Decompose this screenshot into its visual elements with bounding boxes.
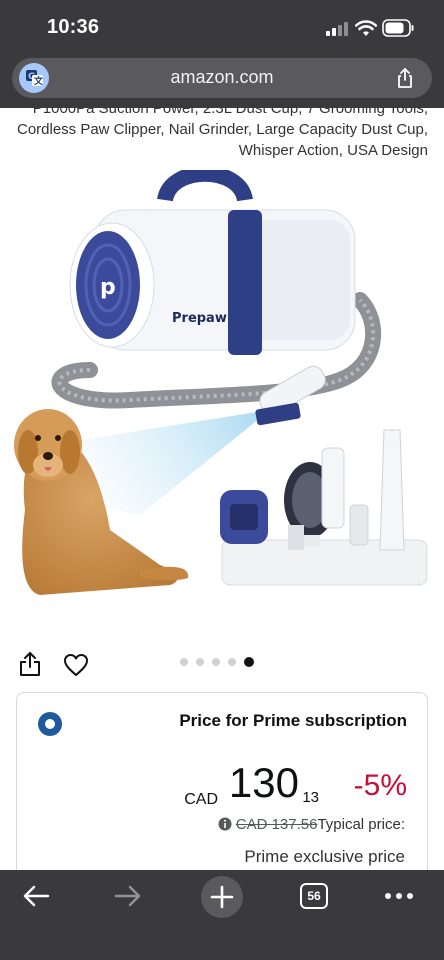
status-bar: 10:36 <box>0 0 444 56</box>
price-currency: CAD <box>184 791 218 808</box>
browser-top-chrome: 10:36 G 文 amazon.com <box>0 0 444 108</box>
price-card[interactable]: Price for Prime subscription CAD 130 13 … <box>16 692 428 884</box>
device-brand: Prepaw <box>172 311 227 326</box>
new-tab-button[interactable] <box>201 876 243 918</box>
grooming-tools-set <box>220 429 428 586</box>
product-image[interactable]: p Prepaw <box>0 170 444 610</box>
plus-icon <box>210 885 234 909</box>
forward-arrow-icon[interactable] <box>114 884 142 908</box>
status-time: 10:36 <box>47 16 100 38</box>
price-whole: 130 <box>228 759 299 806</box>
discount-percent: -5% <box>353 769 407 802</box>
info-icon[interactable] <box>218 817 232 831</box>
svg-text:p: p <box>100 275 116 300</box>
share-page-icon[interactable] <box>394 67 416 89</box>
price-fraction: 13 <box>302 789 319 806</box>
carousel-dot[interactable] <box>228 658 236 666</box>
price-heading: Price for Prime subscription <box>179 711 407 730</box>
address-bar[interactable]: G 文 amazon.com <box>12 58 432 98</box>
typical-price-row: CAD 137.56Typical price: <box>218 816 405 833</box>
url-text[interactable]: amazon.com <box>12 67 432 88</box>
cellular-signal-icon <box>326 22 348 36</box>
carousel-dot[interactable] <box>212 658 220 666</box>
typical-price-label: Typical price: <box>317 816 405 833</box>
carousel-dots[interactable] <box>180 657 254 667</box>
product-title-region: P1000Pa Suction Power, 2.3L Dust Cup, 7 … <box>0 108 444 168</box>
back-arrow-icon[interactable] <box>22 884 50 908</box>
heart-icon[interactable] <box>63 653 89 677</box>
share-icon[interactable] <box>18 651 42 677</box>
more-options-icon[interactable] <box>384 892 414 900</box>
tab-switcher-button[interactable]: 56 <box>300 883 328 909</box>
vacuum-canister: p Prepaw <box>69 170 356 355</box>
price-display: CAD 130 13 -5% <box>177 755 407 808</box>
carousel-dot-active[interactable] <box>244 657 254 667</box>
carousel-dot[interactable] <box>180 658 188 666</box>
browser-bottom-toolbar: 56 <box>0 870 444 960</box>
prime-exclusive-label: Prime exclusive price <box>244 847 405 866</box>
image-action-row <box>0 645 444 685</box>
old-price: CAD 137.56 <box>235 816 318 833</box>
carousel-dot[interactable] <box>196 658 204 666</box>
wifi-icon <box>355 20 377 36</box>
radio-selected-icon[interactable] <box>37 711 63 737</box>
battery-icon <box>382 19 414 37</box>
product-title[interactable]: P1000Pa Suction Power, 2.3L Dust Cup, 7 … <box>8 108 428 161</box>
